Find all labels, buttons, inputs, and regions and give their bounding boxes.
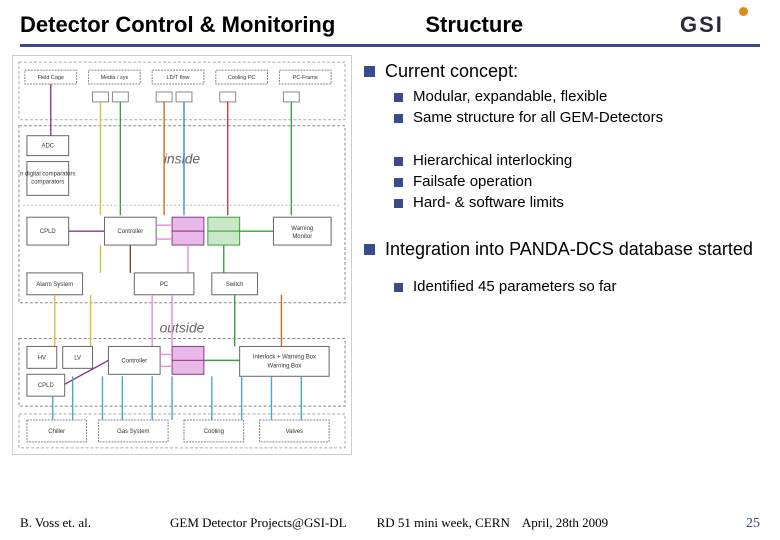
bullet-text: Modular, expandable, flexible	[413, 88, 607, 105]
svg-text:n digital comparators: n digital comparators	[20, 171, 75, 177]
svg-text:ADC: ADC	[42, 144, 55, 150]
bullet-text: Current concept:	[385, 61, 518, 82]
footer-project: GEM Detector Projects@GSI-DL	[170, 515, 347, 531]
bullet-l2: Failsafe operation	[394, 173, 760, 190]
bullet-square-icon	[394, 283, 403, 292]
bullet-l1: Current concept:	[364, 61, 760, 82]
footer-page-number: 25	[746, 516, 760, 532]
svg-text:CPLD: CPLD	[38, 383, 55, 389]
svg-text:PC-Frame: PC-Frame	[293, 75, 318, 81]
svg-text:outside: outside	[160, 320, 205, 336]
bullet-l1: Integration into PANDA-DCS database star…	[364, 239, 760, 260]
svg-text:PC: PC	[160, 282, 169, 288]
svg-text:Monitor: Monitor	[292, 234, 312, 240]
title-right: Structure	[425, 12, 523, 38]
bullet-square-icon	[394, 114, 403, 123]
bullet-square-icon	[394, 93, 403, 102]
title-left: Detector Control & Monitoring	[20, 12, 335, 38]
footer: B. Voss et. al. GEM Detector Projects@GS…	[0, 515, 780, 532]
svg-text:Valves: Valves	[286, 429, 303, 435]
svg-text:Switch: Switch	[226, 282, 244, 288]
svg-text:Gas System: Gas System	[117, 429, 149, 435]
bullet-square-icon	[394, 178, 403, 187]
bullet-text: Integration into PANDA-DCS database star…	[385, 239, 753, 260]
bullet-square-icon	[394, 157, 403, 166]
svg-text:Interlock + Warning Box: Interlock + Warning Box	[253, 354, 316, 360]
svg-text:Cooling PC: Cooling PC	[228, 75, 256, 81]
bullet-text: Failsafe operation	[413, 173, 532, 190]
gsi-logo: GSI	[680, 10, 760, 38]
footer-event: RD 51 mini week, CERN	[377, 515, 510, 531]
svg-text:comparators: comparators	[31, 179, 64, 185]
svg-text:Media / sys: Media / sys	[101, 75, 129, 81]
architecture-diagram: Field Cage Media / sys LD/T flow Cooling…	[12, 55, 352, 455]
footer-date: April, 28th 2009	[522, 515, 746, 531]
svg-text:Warning Box: Warning Box	[267, 363, 301, 369]
bullet-square-icon	[364, 244, 375, 255]
bullet-text: Same structure for all GEM-Detectors	[413, 109, 663, 126]
bullet-l2: Hard- & software limits	[394, 194, 760, 211]
bullet-text: Hard- & software limits	[413, 194, 564, 211]
svg-text:Controller: Controller	[121, 358, 147, 364]
svg-text:inside: inside	[164, 151, 201, 167]
svg-text:Chiller: Chiller	[48, 429, 65, 435]
bullet-text: Hierarchical interlocking	[413, 152, 572, 169]
svg-text:Warning: Warning	[291, 226, 313, 232]
footer-author: B. Voss et. al.	[20, 515, 170, 531]
bullet-l2: Identified 45 parameters so far	[394, 278, 760, 295]
svg-text:HV: HV	[38, 355, 46, 361]
bullet-l2: Same structure for all GEM-Detectors	[394, 109, 760, 126]
bullet-l2: Modular, expandable, flexible	[394, 88, 760, 105]
bullet-square-icon	[364, 66, 375, 77]
svg-text:LD/T flow: LD/T flow	[167, 75, 190, 81]
header-rule	[20, 44, 760, 47]
bullet-text: Identified 45 parameters so far	[413, 278, 616, 295]
svg-text:Alarm System: Alarm System	[36, 282, 73, 288]
bullet-content: Current concept: Modular, expandable, fl…	[352, 55, 760, 465]
svg-text:LV: LV	[74, 355, 81, 361]
svg-text:Field Cage: Field Cage	[38, 75, 64, 81]
bullet-l2: Hierarchical interlocking	[394, 152, 760, 169]
svg-text:Cooling: Cooling	[204, 429, 224, 435]
svg-text:CPLD: CPLD	[40, 229, 57, 235]
svg-text:Controller: Controller	[117, 229, 143, 235]
svg-text:GSI: GSI	[680, 12, 724, 37]
bullet-square-icon	[394, 199, 403, 208]
